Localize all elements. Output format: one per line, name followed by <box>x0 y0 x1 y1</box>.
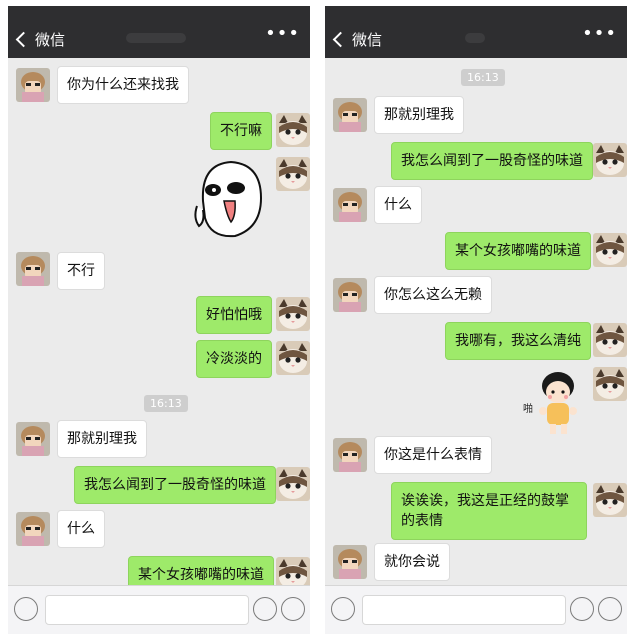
avatar-cat[interactable] <box>593 143 627 177</box>
message-bubble-in[interactable]: 就你会说 <box>374 543 450 581</box>
emoji-icon[interactable] <box>570 597 594 621</box>
avatar-cat[interactable] <box>276 157 310 191</box>
message-bubble-in[interactable]: 什么 <box>374 186 422 224</box>
avatar-girl[interactable] <box>333 278 367 312</box>
avatar-girl[interactable] <box>333 188 367 222</box>
message-bubble-in[interactable]: 你怎么这么无赖 <box>374 276 492 314</box>
more-button[interactable]: ••• <box>265 23 300 44</box>
message-bubble-in[interactable]: 那就别理我 <box>374 96 464 134</box>
message-bubble-out[interactable]: 好怕怕哦 <box>196 296 272 334</box>
chevron-left-icon <box>332 31 349 48</box>
back-button[interactable]: 微信 <box>14 29 65 50</box>
message-bubble-in[interactable]: 什么 <box>57 510 105 548</box>
message-bubble-out[interactable]: 某个女孩嘟嘴的味道 <box>445 232 591 270</box>
avatar-girl[interactable] <box>16 252 50 286</box>
avatar-girl[interactable] <box>333 98 367 132</box>
sticker-sound-text: 啪 <box>523 404 533 415</box>
message-bubble-in[interactable]: 你这是什么表情 <box>374 436 492 474</box>
avatar-cat[interactable] <box>276 467 310 501</box>
top-bar: 微信 ••• <box>8 6 310 58</box>
message-bubble-in[interactable]: 不行 <box>57 252 105 290</box>
avatar-cat[interactable] <box>593 483 627 517</box>
avatar-cat[interactable] <box>593 323 627 357</box>
top-bar: 微信 ••• <box>325 6 627 58</box>
input-bar <box>325 585 627 634</box>
message-bubble-out[interactable]: 不行嘛 <box>210 112 272 150</box>
plus-icon[interactable] <box>598 597 622 621</box>
crying-face-sticker-icon[interactable] <box>191 156 271 246</box>
avatar-cat[interactable] <box>593 367 627 401</box>
voice-icon[interactable] <box>14 597 38 621</box>
chevron-left-icon <box>15 31 32 48</box>
input-bar <box>8 585 310 634</box>
back-label: 微信 <box>35 31 66 49</box>
message-bubble-in[interactable]: 你为什么还来找我 <box>57 66 189 104</box>
avatar-cat[interactable] <box>276 297 310 331</box>
message-bubble-out[interactable]: 我怎么闻到了一股奇怪的味道 <box>391 142 593 180</box>
avatar-girl[interactable] <box>16 68 50 102</box>
timestamp: 16:13 <box>461 69 505 86</box>
back-label: 微信 <box>352 31 383 49</box>
chat-title-blurred <box>465 33 485 43</box>
avatar-girl[interactable] <box>16 512 50 546</box>
chat-screen-right: 微信 ••• 16:13 那就别理我 我怎么闻到了一股奇怪的味道 什么 某个女孩… <box>325 6 627 634</box>
message-bubble-out[interactable]: 冷淡淡的 <box>196 340 272 378</box>
more-button[interactable]: ••• <box>582 23 617 44</box>
timestamp: 16:13 <box>144 395 188 412</box>
chat-title-blurred <box>126 33 186 43</box>
cartoon-girl-clapping-sticker-icon[interactable]: 啪 <box>523 366 589 436</box>
avatar-girl[interactable] <box>16 422 50 456</box>
message-bubble-out[interactable]: 我哪有，我这么清纯 <box>445 322 591 360</box>
message-bubble-out[interactable]: 诶诶诶，我这是正经的鼓掌的表情 <box>391 482 587 540</box>
avatar-cat[interactable] <box>276 341 310 375</box>
plus-icon[interactable] <box>281 597 305 621</box>
voice-icon[interactable] <box>331 597 355 621</box>
message-input[interactable] <box>45 595 249 625</box>
chat-screen-left: 微信 ••• 你为什么还来找我 不行嘛 不行 好怕怕哦 冷淡淡的 16:13 那… <box>8 6 310 634</box>
avatar-girl[interactable] <box>333 545 367 579</box>
avatar-cat[interactable] <box>593 233 627 267</box>
emoji-icon[interactable] <box>253 597 277 621</box>
message-bubble-out[interactable]: 我怎么闻到了一股奇怪的味道 <box>74 466 276 504</box>
avatar-cat[interactable] <box>276 113 310 147</box>
avatar-girl[interactable] <box>333 438 367 472</box>
back-button[interactable]: 微信 <box>331 29 382 50</box>
message-input[interactable] <box>362 595 566 625</box>
message-bubble-in[interactable]: 那就别理我 <box>57 420 147 458</box>
